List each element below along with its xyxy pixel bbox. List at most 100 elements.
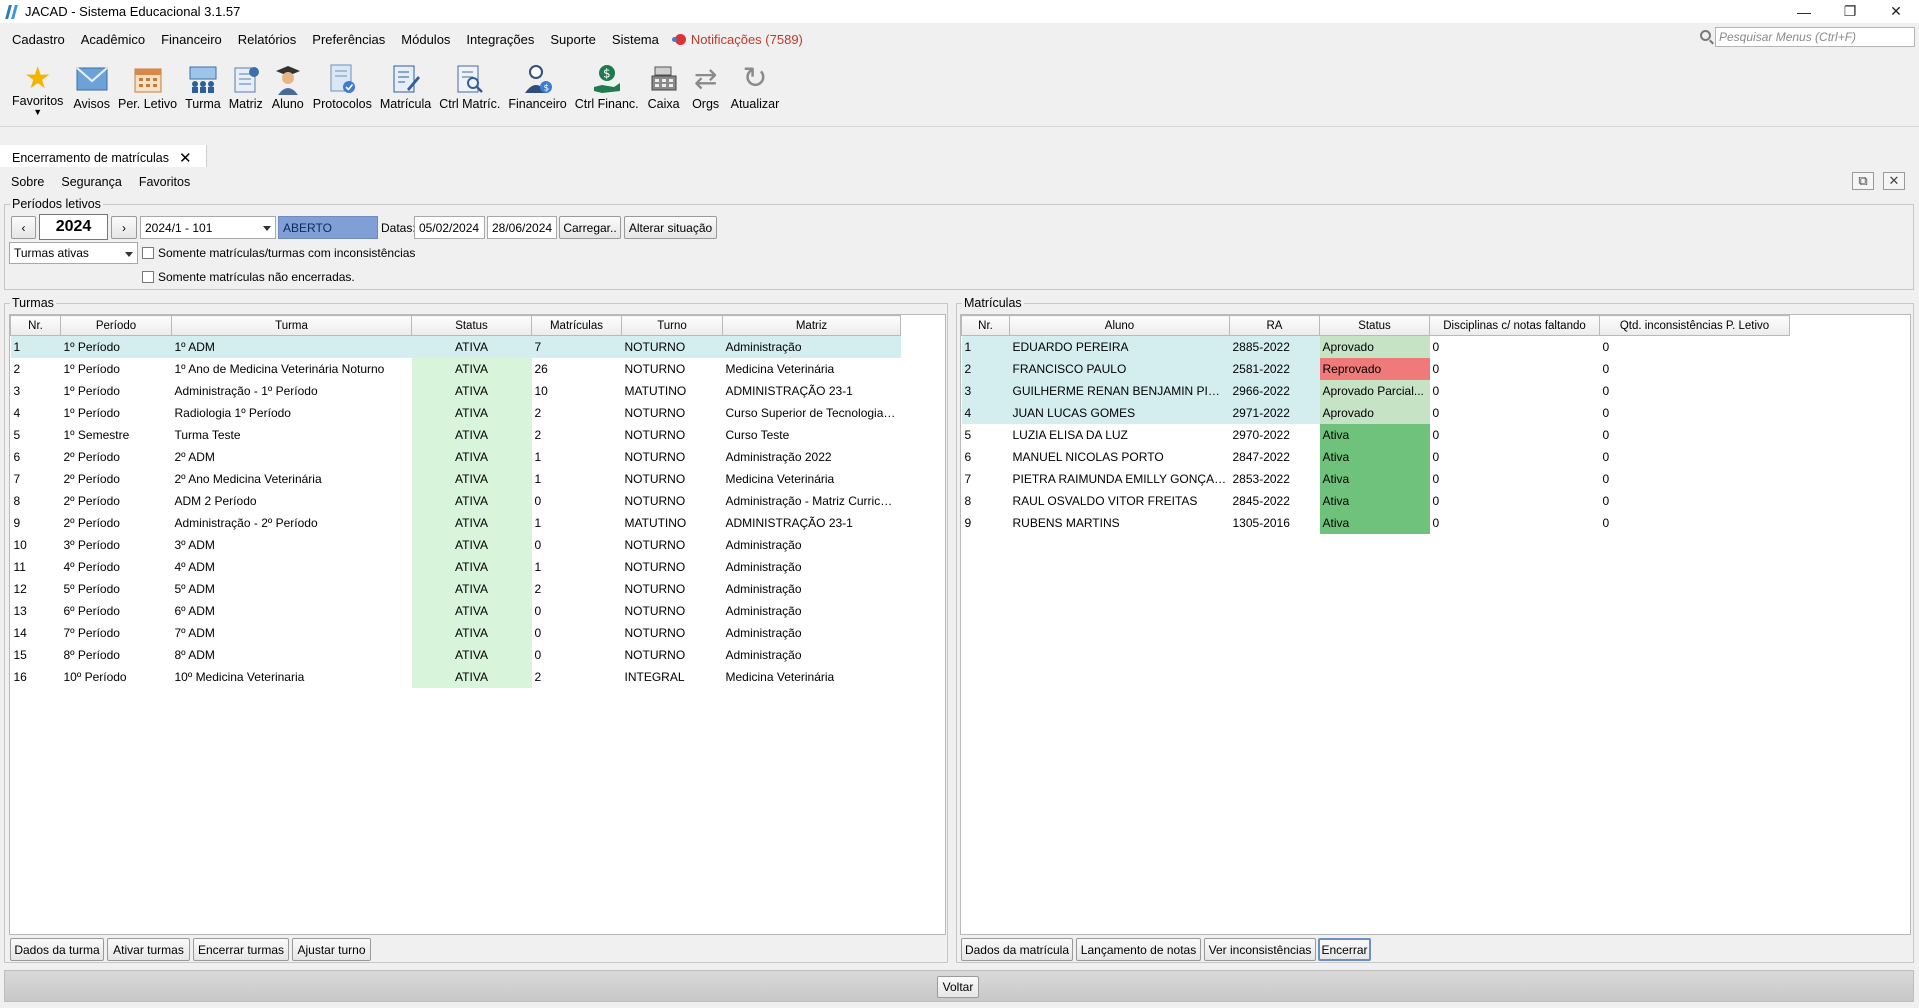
menu-cadastro[interactable]: Cadastro: [4, 32, 73, 47]
alterar-situacao-button[interactable]: Alterar situação: [624, 216, 717, 239]
menu-integracoes[interactable]: Integrações: [458, 32, 542, 47]
toolbar-ctrl-matric[interactable]: Ctrl Matríc.: [435, 55, 504, 127]
matricula-row[interactable]: 1 EDUARDO PEREIRA 2885-2022 Aprovado 0 0: [961, 335, 1790, 358]
turma-row[interactable]: 11 4º Período 4º ADM ATIVA 1 NOTURNO Administr…: [10, 555, 901, 578]
next-year-button[interactable]: ›: [111, 216, 137, 239]
turma-row[interactable]: 7 2º Período 2º Ano Medicina Veterinária AT…: [10, 467, 901, 490]
turma-row[interactable]: 9 2º Período Administração - 2º Período ATI…: [10, 511, 901, 534]
turmas-col-header[interactable]: Período: [60, 315, 172, 336]
matricula-row[interactable]: 8 RAUL OSVALDO VITOR FREITAS 2845-2022 Ativ…: [961, 489, 1790, 512]
toolbar-per-letivo[interactable]: Per. Letivo: [114, 55, 181, 127]
turma-cell: ADMINISTRAÇÃO 23-1: [722, 379, 901, 402]
carregar-button[interactable]: Carregar..: [559, 216, 621, 239]
matricula-row[interactable]: 3 GUILHERME RENAN BENJAMIN PIRES 2966-2022…: [961, 379, 1790, 402]
year-field[interactable]: 2024: [39, 214, 108, 240]
menu-sistema[interactable]: Sistema: [604, 32, 667, 47]
minimize-button[interactable]: —: [1781, 0, 1827, 23]
matricula-row[interactable]: 2 FRANCISCO PAULO 2581-2022 Reprovado 0 0: [961, 357, 1790, 380]
matricula-row[interactable]: 6 MANUEL NICOLAS PORTO 2847-2022 Ativa 0 0: [961, 445, 1790, 468]
ver-inconsistencias-button[interactable]: Ver inconsistências: [1204, 938, 1316, 961]
nao-encerradas-checkbox[interactable]: [142, 271, 154, 283]
toolbar-matricula[interactable]: Matrícula: [376, 55, 435, 127]
menu-relatorios[interactable]: Relatórios: [230, 32, 305, 47]
matriculas-col-header[interactable]: RA: [1229, 315, 1320, 336]
turma-row[interactable]: 15 8º Período 8º ADM ATIVA 0 NOTURNO Administr…: [10, 643, 901, 666]
tab-encerramento[interactable]: Encerramento de matrículas ✕: [0, 145, 207, 167]
toolbar-protocolos[interactable]: Protocolos: [309, 55, 376, 127]
status-badge: Aprovado Parcial...: [1319, 379, 1430, 402]
voltar-button[interactable]: Voltar: [937, 976, 979, 998]
turma-row[interactable]: 8 2º Período ADM 2 Período ATIVA 0 NOTURNO Adm…: [10, 489, 901, 512]
data-fim-field[interactable]: 28/06/2024: [487, 216, 557, 239]
turmas-col-header[interactable]: Nr.: [10, 315, 61, 336]
close-panel-button[interactable]: ✕: [1883, 172, 1905, 190]
turmas-col-header[interactable]: Status: [411, 315, 532, 336]
close-icon[interactable]: ✕: [179, 149, 192, 167]
menu-search-input[interactable]: Pesquisar Menus (Ctrl+F): [1715, 27, 1915, 47]
turma-row[interactable]: 2 1º Período 1º Ano de Medicina Veterinári…: [10, 357, 901, 380]
turma-row[interactable]: 1 1º Período 1º ADM ATIVA 7 NOTURNO Administra…: [10, 335, 901, 358]
matricula-row[interactable]: 7 PIETRA RAIMUNDA EMILLY GONÇALVES 2853-20…: [961, 467, 1790, 490]
turma-row[interactable]: 5 1º Semestre Turma Teste ATIVA 2 NOTURNO Curs…: [10, 423, 901, 446]
toolbar-favoritos[interactable]: ★ Favoritos ▼: [6, 55, 69, 127]
detach-window-button[interactable]: ⧉: [1852, 172, 1874, 190]
periodo-select[interactable]: 2024/1 - 101: [140, 216, 276, 239]
turmas-col-header[interactable]: Matriz: [722, 315, 901, 336]
data-inicio-field[interactable]: 05/02/2024: [414, 216, 485, 239]
toolbar-caixa[interactable]: Caixa: [643, 55, 685, 127]
notifications-menu[interactable]: Notificações (7589): [667, 32, 811, 47]
ativar-turmas-button[interactable]: Ativar turmas: [107, 938, 190, 961]
maximize-button[interactable]: ❐: [1827, 0, 1873, 23]
toolbar-aluno[interactable]: Aluno: [267, 55, 309, 127]
toolbar-turma[interactable]: Turma: [181, 55, 225, 127]
encerrar-turmas-button[interactable]: Encerrar turmas: [193, 938, 289, 961]
matriculas-col-header[interactable]: Nr.: [961, 315, 1010, 336]
turmas-col-header[interactable]: Turma: [171, 315, 412, 336]
close-window-button[interactable]: ✕: [1873, 0, 1919, 23]
dados-turma-button[interactable]: Dados da turma: [10, 938, 104, 961]
search-icon: [1700, 30, 1711, 41]
dados-matricula-button[interactable]: Dados da matrícula: [961, 938, 1073, 961]
turma-cell: 6º Período: [60, 599, 172, 622]
matriculas-col-header[interactable]: Status: [1319, 315, 1430, 336]
turmas-col-header[interactable]: Turno: [621, 315, 723, 336]
turma-row[interactable]: 12 5º Período 5º ADM ATIVA 2 NOTURNO Administr…: [10, 577, 901, 600]
turma-row[interactable]: 3 1º Período Administração - 1º Período ATI…: [10, 379, 901, 402]
turma-row[interactable]: 6 2º Período 2º ADM ATIVA 1 NOTURNO Administra…: [10, 445, 901, 468]
toolbar-atualizar[interactable]: ↻ Atualizar: [727, 55, 784, 127]
prev-year-button[interactable]: ‹: [11, 216, 36, 239]
ajustar-turno-button[interactable]: Ajustar turno: [292, 938, 371, 961]
turma-row[interactable]: 14 7º Período 7º ADM ATIVA 0 NOTURNO Administr…: [10, 621, 901, 644]
lancamento-notas-button[interactable]: Lançamento de notas: [1076, 938, 1201, 961]
turma-row[interactable]: 16 10º Período 10º Medicina Veterinaria ATI…: [10, 665, 901, 688]
matriculas-col-header[interactable]: Qtd. inconsistências P. Letivo: [1599, 315, 1790, 336]
subnav-sobre[interactable]: Sobre: [11, 175, 44, 189]
menu-financeiro[interactable]: Financeiro: [153, 32, 230, 47]
matriculas-col-header[interactable]: Disciplinas c/ notas faltando: [1429, 315, 1600, 336]
matricula-row[interactable]: 9 RUBENS MARTINS 1305-2016 Ativa 0 0: [961, 511, 1790, 534]
matriculas-col-header[interactable]: Aluno: [1009, 315, 1230, 336]
subnav-favoritos[interactable]: Favoritos: [139, 175, 190, 189]
toolbar-matriz[interactable]: Matriz: [225, 55, 267, 127]
matricula-row[interactable]: 5 LUZIA ELISA DA LUZ 2970-2022 Ativa 0 0: [961, 423, 1790, 446]
toolbar-avisos[interactable]: Avisos: [69, 55, 114, 127]
filtro-turmas-select[interactable]: Turmas ativas: [9, 242, 138, 264]
toolbar-orgs[interactable]: ⇄ Orgs: [685, 55, 727, 127]
turma-cell: NOTURNO: [621, 467, 723, 490]
turma-cell: Administração 2022: [722, 445, 901, 468]
menu-preferencias[interactable]: Preferências: [304, 32, 393, 47]
menu-suporte[interactable]: Suporte: [542, 32, 604, 47]
status-badge: Ativa: [1319, 467, 1430, 490]
toolbar-financeiro[interactable]: $ Financeiro: [504, 55, 570, 127]
menu-modulos[interactable]: Módulos: [393, 32, 458, 47]
subnav-seguranca[interactable]: Segurança: [61, 175, 121, 189]
inconsistencias-checkbox[interactable]: [142, 247, 154, 259]
turmas-col-header[interactable]: Matrículas: [531, 315, 622, 336]
turma-row[interactable]: 4 1º Período Radiologia 1º Período ATIVA 2 NO…: [10, 401, 901, 424]
menu-academico[interactable]: Acadêmico: [73, 32, 153, 47]
encerrar-button[interactable]: Encerrar: [1318, 938, 1371, 961]
turma-row[interactable]: 10 3º Período 3º ADM ATIVA 0 NOTURNO Administr…: [10, 533, 901, 556]
matricula-row[interactable]: 4 JUAN LUCAS GOMES 2971-2022 Aprovado 0 0: [961, 401, 1790, 424]
turma-row[interactable]: 13 6º Período 6º ADM ATIVA 0 NOTURNO Administr…: [10, 599, 901, 622]
toolbar-ctrl-financ[interactable]: $ Ctrl Financ.: [571, 55, 643, 127]
